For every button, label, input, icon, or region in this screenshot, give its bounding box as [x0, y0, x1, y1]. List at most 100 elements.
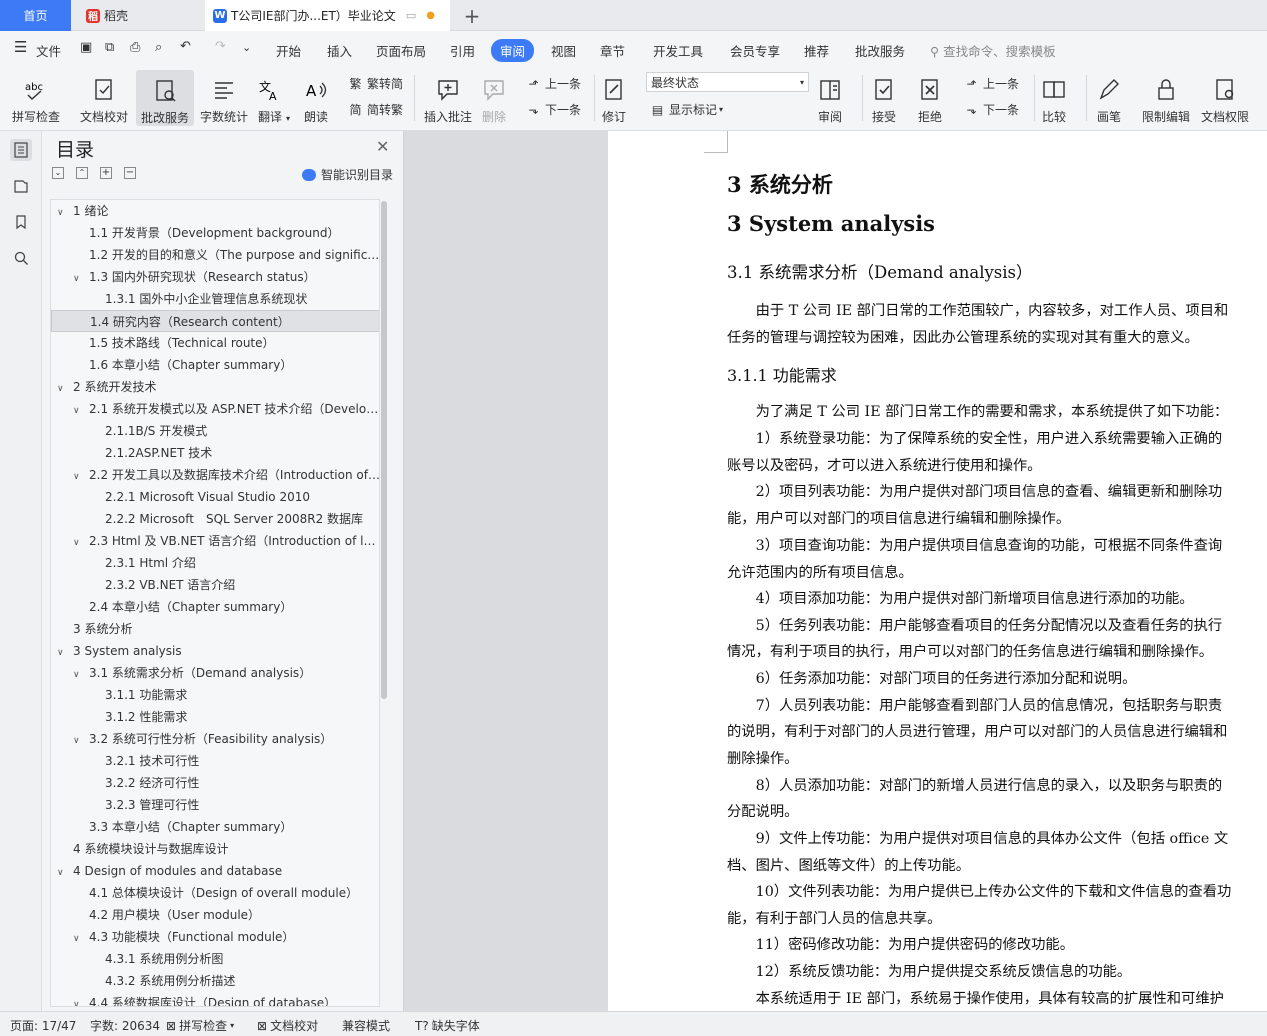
toc-item[interactable]: ∨ 4 Design of modules and database	[51, 860, 379, 882]
word-count-indicator[interactable]: 字数: 20634	[90, 1017, 160, 1034]
menu-recommend[interactable]: 推荐	[804, 41, 829, 60]
menu-view[interactable]: 视图	[551, 41, 576, 60]
find-icon[interactable]	[10, 247, 32, 269]
collapse-all-icon[interactable]: −	[124, 167, 136, 179]
menu-developer[interactable]: 开发工具	[653, 41, 703, 60]
new-tab-icon[interactable]: +	[462, 0, 482, 31]
tab-daoke[interactable]: 稻稻壳	[78, 0, 202, 31]
menu-insert[interactable]: 插入	[327, 41, 352, 60]
menu-membership[interactable]: 会员专享	[730, 41, 780, 60]
delete-comment-button[interactable]: 删除	[482, 71, 506, 125]
toc-item[interactable]: ∨ 4.3 功能模块（Functional module）	[51, 926, 379, 948]
smart-toc-button[interactable]: 智能识别目录	[302, 166, 393, 183]
reject-button[interactable]: 拒绝	[918, 71, 942, 125]
chevron-down-icon[interactable]: ∨	[73, 928, 85, 948]
print-preview-icon[interactable]: ⌕	[155, 40, 162, 55]
toc-item[interactable]: 3.2.2 经济可行性	[51, 772, 379, 794]
toc-item[interactable]: 1.1 开发背景（Development background）	[51, 222, 379, 244]
expand-all-icon[interactable]: +	[100, 167, 112, 179]
toc-scrollbar[interactable]	[380, 199, 388, 1007]
toc-scroll-thumb[interactable]	[381, 201, 387, 699]
insert-comment-button[interactable]: 插入批注	[424, 71, 472, 125]
translate-button[interactable]: 文 A 翻译 ▾	[258, 71, 290, 125]
read-aloud-button[interactable]: A 朗读	[304, 71, 328, 125]
simp-to-trad-button[interactable]: 简简转繁	[348, 101, 403, 118]
spell-check-button[interactable]: abc 拼写检查	[12, 71, 60, 125]
toc-item[interactable]: 2.1.1B/S 开发模式	[51, 420, 379, 442]
menu-review-service[interactable]: 批改服务	[855, 41, 905, 60]
toc-item[interactable]: 1.5 技术路线（Technical route）	[51, 332, 379, 354]
toc-item[interactable]: 2.3.2 VB.NET 语言介绍	[51, 574, 379, 596]
review-pane-button[interactable]: 审阅	[818, 71, 842, 125]
chevron-down-icon[interactable]: ∨	[73, 466, 85, 486]
chevron-down-icon[interactable]: ∨	[73, 532, 85, 552]
menu-review[interactable]: 审阅	[491, 39, 535, 62]
toc-item[interactable]: 4 系统模块设计与数据库设计	[51, 838, 379, 860]
status-spell-check[interactable]: ⊠ 拼写检查 ▾	[166, 1017, 234, 1034]
trad-to-simp-button[interactable]: 繁繁转简	[348, 75, 403, 92]
accept-button[interactable]: 接受	[872, 71, 896, 125]
expand-level-icon[interactable]: ⌃	[76, 167, 88, 179]
tab-screen-icon[interactable]: ▭	[406, 9, 416, 22]
chevron-down-icon[interactable]: ∨	[73, 664, 85, 684]
chevron-down-icon[interactable]: ∨	[73, 400, 85, 420]
pen-button[interactable]: 画笔	[1097, 71, 1121, 125]
toc-item[interactable]: 3.2.3 管理可行性	[51, 794, 379, 816]
toc-item[interactable]: 4.3.1 系统用例分析图	[51, 948, 379, 970]
toc-item[interactable]: ∨ 4.4 系统数据库设计（Design of database）	[51, 992, 379, 1006]
compat-mode-indicator[interactable]: 兼容模式	[342, 1017, 390, 1034]
toc-item[interactable]: 2.3.1 Html 介绍	[51, 552, 379, 574]
toc-item[interactable]: 4.1 总体模块设计（Design of overall module）	[51, 882, 379, 904]
toc-item[interactable]: ∨ 3.1 系统需求分析（Demand analysis）	[51, 662, 379, 684]
final-state-select[interactable]: 最终状态 ▾	[646, 72, 809, 92]
status-proof[interactable]: ⊠ 文档校对	[257, 1017, 318, 1034]
chevron-down-icon[interactable]: ∨	[57, 862, 69, 882]
toc-item[interactable]: ∨ 3.2 系统可行性分析（Feasibility analysis）	[51, 728, 379, 750]
toc-item[interactable]: 1.6 本章小结（Chapter summary）	[51, 354, 379, 376]
menu-chapter[interactable]: 章节	[600, 41, 625, 60]
undo-icon[interactable]: ↶	[180, 39, 191, 54]
chevron-down-icon[interactable]: ∨	[73, 994, 85, 1006]
chevron-down-icon[interactable]: ∨	[73, 268, 85, 288]
toc-item[interactable]: 3.1.1 功能需求	[51, 684, 379, 706]
hamburger-icon[interactable]: ☰	[14, 38, 27, 56]
next-comment-button[interactable]: ⬎ 下一条	[526, 101, 581, 118]
toc-item[interactable]: 2.2.1 Microsoft Visual Studio 2010	[51, 486, 379, 508]
toc-item[interactable]: ∨ 1 绪论	[51, 200, 379, 222]
review-service-button[interactable]: 批改服务	[136, 70, 194, 126]
bookmark-icon[interactable]	[10, 211, 32, 233]
toc-panel-icon[interactable]	[10, 139, 32, 161]
chevron-down-icon[interactable]: ∨	[57, 202, 69, 222]
toc-item[interactable]: 3.3 本章小结（Chapter summary）	[51, 816, 379, 838]
quick-access-dropdown-icon[interactable]: ⌄	[242, 41, 251, 54]
toc-item[interactable]: 3.2.1 技术可行性	[51, 750, 379, 772]
chevron-down-icon[interactable]: ∨	[73, 730, 85, 750]
toc-item[interactable]: 3 系统分析	[51, 618, 379, 640]
toc-item[interactable]: 2.2.2 Microsoft SQL Server 2008R2 数据库	[51, 508, 379, 530]
toc-item[interactable]: 1.3.1 国外中小企业管理信息系统现状	[51, 288, 379, 310]
prev-change-button[interactable]: ⬏ 上一条	[964, 75, 1019, 92]
search-box[interactable]: ⚲ 查找命令、搜索模板	[930, 41, 1056, 60]
word-count-button[interactable]: 字数统计	[200, 71, 248, 125]
menu-file[interactable]: 文件	[36, 41, 61, 60]
toc-item[interactable]: ∨ 2.3 Html 及 VB.NET 语言介绍（Introduction of …	[51, 530, 379, 552]
toc-item[interactable]: 3.1.2 性能需求	[51, 706, 379, 728]
page-indicator[interactable]: 页面: 17/47	[10, 1017, 76, 1034]
save-icon[interactable]: ▣	[80, 40, 92, 55]
restrict-edit-button[interactable]: 限制编辑	[1142, 71, 1190, 125]
close-icon[interactable]: ✕	[376, 137, 389, 156]
chevron-down-icon[interactable]: ∨	[57, 642, 69, 662]
export-icon[interactable]: ⧉	[105, 40, 114, 55]
menu-layout[interactable]: 页面布局	[376, 41, 426, 60]
menu-references[interactable]: 引用	[450, 41, 475, 60]
tab-home[interactable]: 首页	[0, 0, 71, 31]
collapse-level-icon[interactable]: ⌄	[52, 167, 64, 179]
compare-button[interactable]: 比较	[1042, 71, 1066, 125]
next-change-button[interactable]: ⬎ 下一条	[964, 101, 1019, 118]
toc-item[interactable]: 1.2 开发的目的和意义（The purpose and significanc…	[51, 244, 379, 266]
show-marks-button[interactable]: ▤ 显示标记 ▾	[650, 101, 723, 118]
document-canvas[interactable]: 3 系统分析 3 System analysis 3.1 系统需求分析（Demand…	[404, 131, 1267, 1011]
toc-item[interactable]: 1.4 研究内容（Research content）	[51, 310, 379, 332]
redo-icon[interactable]: ↷	[215, 39, 226, 54]
doc-permission-button[interactable]: 文档权限	[1201, 71, 1249, 125]
